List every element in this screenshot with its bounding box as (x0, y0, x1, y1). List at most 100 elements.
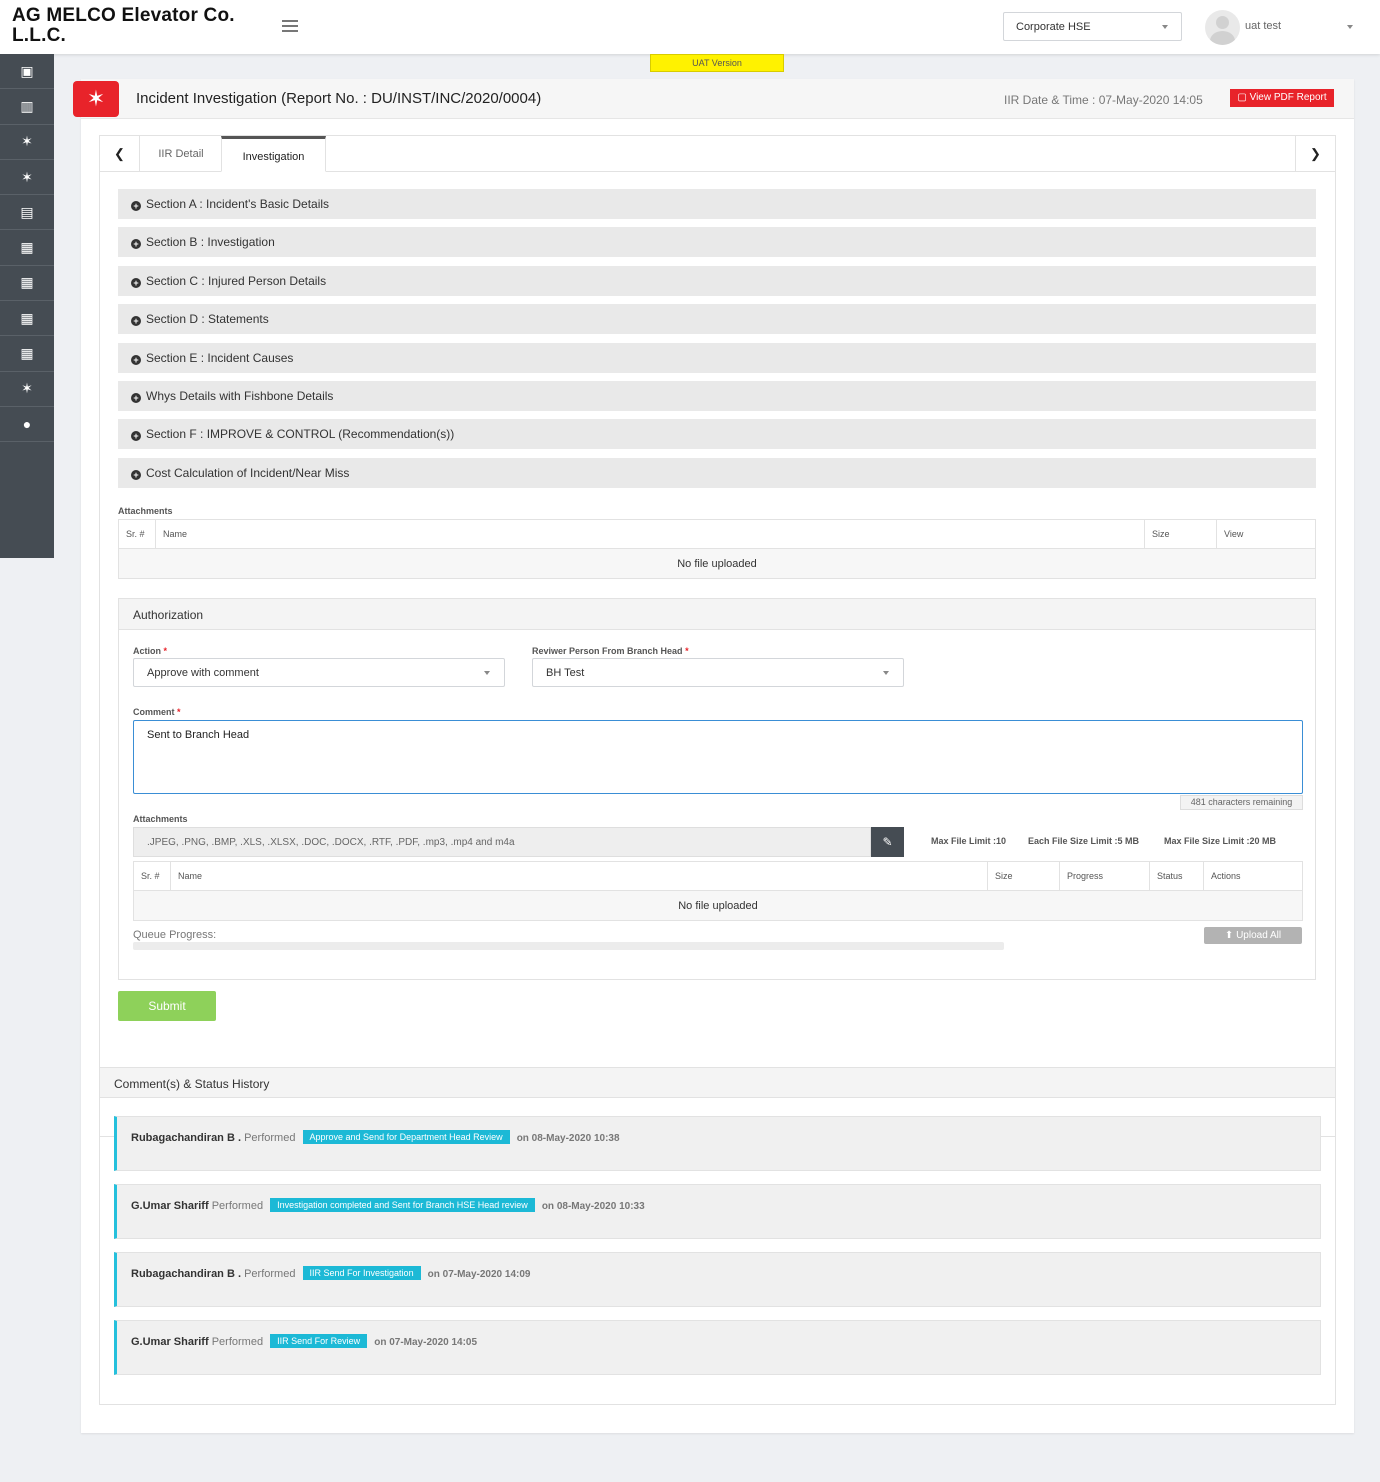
column-header: Progress (1059, 861, 1150, 891)
company-name-line1: AG MELCO Elevator Co. (12, 5, 235, 26)
section-f-accordion[interactable]: + Section F : IMPROVE & CONTROL (Recommen… (118, 419, 1316, 449)
action-select-value: Approve with comment (147, 667, 259, 679)
history-entry: G.Umar Shariff Performed IIR Send For Re… (114, 1320, 1321, 1375)
sidebar-item-report-4[interactable]: ▦ (0, 336, 54, 372)
tab-scroll-left-button[interactable]: ❮ (100, 136, 140, 172)
sidebar-item-report-2[interactable]: ▦ (0, 266, 54, 302)
action-timestamp: on 08-May-2020 10:33 (541, 1201, 645, 1212)
chevron-down-icon (484, 671, 490, 675)
expand-icon: + (131, 393, 141, 403)
comment-textarea[interactable]: Sent to Branch Head (133, 720, 1303, 794)
expand-icon: + (131, 470, 141, 480)
expand-icon: + (131, 201, 141, 211)
sidebar-item-report-3[interactable]: ▦ (0, 301, 54, 337)
tab-investigation[interactable]: Investigation (221, 136, 326, 172)
incident-icon: ✶ (21, 168, 33, 185)
queue-progress-label: Queue Progress: (133, 929, 217, 941)
report-icon: ▦ (20, 239, 34, 256)
history-entry: Rubagachandiran B . Performed IIR Send F… (114, 1252, 1321, 1307)
file-types-input[interactable]: .JPEG, .PNG, .BMP, .XLS, .XLSX, .DOC, .D… (133, 827, 871, 857)
reviewer-select-value: BH Test (546, 667, 585, 679)
authorization-title: Authorization (119, 599, 1315, 630)
card-header: ✶ Incident Investigation (Report No. : D… (73, 79, 1354, 119)
upload-icon: ⬆ (1224, 930, 1237, 941)
whys-fishbone-accordion[interactable]: + Whys Details with Fishbone Details (118, 381, 1316, 411)
expand-icon: + (131, 355, 141, 365)
performer-name: G.Umar Shariff (131, 1200, 209, 1212)
uat-version-badge: UAT Version (650, 54, 784, 72)
library-icon: ▥ (20, 97, 34, 114)
column-header: Sr. # (118, 519, 156, 549)
empty-message: No file uploaded (133, 890, 1303, 921)
section-label: Section E : Incident Causes (146, 351, 294, 365)
section-label: Section F : IMPROVE & CONTROL (Recommend… (146, 427, 455, 441)
column-header: Name (155, 519, 1145, 549)
sidebar-item-dashboard[interactable]: ▣ (0, 54, 54, 90)
chevron-down-icon (1162, 25, 1168, 29)
sidebar-item-incident[interactable]: ✶ (0, 125, 54, 160)
sidebar-item-report-1[interactable]: ▦ (0, 230, 54, 266)
tab-scroll-right-button[interactable]: ❯ (1295, 136, 1335, 172)
view-pdf-report-button[interactable]: ▢ View PDF Report (1230, 89, 1334, 107)
upload-queue-table: Sr. # Name Size Progress Status Actions … (133, 861, 1303, 921)
section-c-accordion[interactable]: + Section C : Injured Person Details (118, 266, 1316, 296)
menu-toggle-icon[interactable] (282, 20, 298, 32)
user-name[interactable]: uat test (1245, 20, 1281, 32)
company-name-line2: L.L.C. (12, 25, 66, 46)
section-label: Section C : Injured Person Details (146, 274, 327, 288)
dashboard-icon: ▣ (20, 62, 34, 79)
performed-text: Performed (211, 1200, 264, 1212)
upload-all-button[interactable]: ⬆ Upload All (1204, 927, 1302, 944)
chevron-left-icon: ❮ (114, 146, 125, 161)
reviewer-select[interactable]: BH Test (532, 658, 904, 687)
tab-iir-detail[interactable]: IIR Detail (142, 136, 220, 172)
table-row: No file uploaded (118, 548, 1316, 579)
performed-text: Performed (244, 1132, 296, 1144)
submit-button[interactable]: Submit (118, 991, 216, 1021)
section-label: Section A : Incident's Basic Details (146, 197, 330, 211)
view-pdf-report-label: View PDF Report (1249, 92, 1327, 103)
section-a-accordion[interactable]: + Section A : Incident's Basic Details (118, 189, 1316, 219)
section-label: Section B : Investigation (146, 235, 275, 249)
performer-name: Rubagachandiran B . (131, 1132, 242, 1144)
expand-icon: + (131, 278, 141, 288)
action-label: Action * (133, 646, 168, 656)
reviewer-label: Reviwer Person From Branch Head * (532, 646, 689, 656)
history-entry: G.Umar Shariff Performed Investigation c… (114, 1184, 1321, 1239)
branch-select-value: Corporate HSE (1016, 21, 1091, 33)
chat-icon: ● (22, 416, 32, 433)
pdf-icon: ▢ (1237, 92, 1250, 103)
max-file-limit: Max File Limit :10 (931, 836, 1007, 846)
action-badge: Approve and Send for Department Head Rev… (302, 1130, 510, 1144)
cost-calculation-accordion[interactable]: + Cost Calculation of Incident/Near Miss (118, 458, 1316, 488)
company-logo[interactable]: AG MELCO Elevator Co. L.L.C. (12, 6, 272, 46)
column-header: Size (1144, 519, 1217, 549)
section-e-accordion[interactable]: + Section E : Incident Causes (118, 343, 1316, 373)
incident-icon: ✶ (73, 81, 119, 117)
tab-container: ❮ IIR Detail Investigation ❯ + Section A … (99, 135, 1336, 1137)
sidebar: ▣ ▥ ✶ ✶ ▤ ▦ ▦ ▦ ▦ ✶ ● (0, 54, 54, 558)
attach-file-button[interactable]: ✎ (871, 827, 904, 857)
history-entry: Rubagachandiran B . Performed Approve an… (114, 1116, 1321, 1171)
sidebar-item-chat[interactable]: ● (0, 407, 54, 443)
branch-select[interactable]: Corporate HSE (1003, 12, 1182, 41)
attachments-table: Sr. # Name Size View No file uploaded (118, 519, 1316, 579)
sidebar-item-incident-3[interactable]: ✶ (0, 372, 54, 407)
report-icon: ▦ (20, 309, 34, 326)
column-header: Actions (1203, 861, 1303, 891)
user-menu-chevron-icon[interactable] (1347, 25, 1353, 29)
main-card: ✶ Incident Investigation (Report No. : D… (73, 79, 1354, 1433)
performed-text: Performed (211, 1336, 264, 1348)
sidebar-item-id-card[interactable]: ▤ (0, 195, 54, 231)
section-label: Section D : Statements (146, 312, 269, 326)
section-b-accordion[interactable]: + Section B : Investigation (118, 227, 1316, 257)
performer-name: G.Umar Shariff (131, 1336, 209, 1348)
sidebar-item-incident-2[interactable]: ✶ (0, 160, 54, 196)
section-d-accordion[interactable]: + Section D : Statements (118, 304, 1316, 334)
avatar[interactable] (1205, 10, 1240, 45)
action-badge: Investigation completed and Sent for Bra… (270, 1198, 535, 1212)
sidebar-item-library[interactable]: ▥ (0, 89, 54, 125)
action-select[interactable]: Approve with comment (133, 658, 505, 687)
report-icon: ▦ (20, 345, 34, 362)
expand-icon: + (131, 316, 141, 326)
